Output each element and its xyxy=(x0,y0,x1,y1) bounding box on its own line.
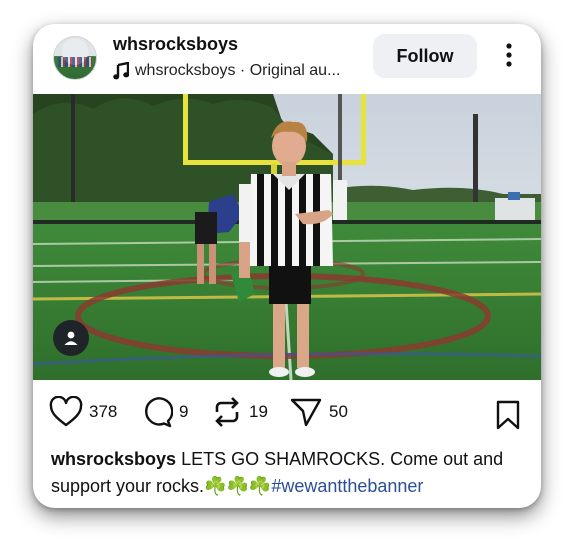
tagged-people-button[interactable] xyxy=(53,320,89,356)
avatar[interactable] xyxy=(53,36,97,80)
caption-username[interactable]: whsrocksboys xyxy=(51,449,176,469)
audio-label: whsrocksboys · Original au... xyxy=(135,62,341,79)
person-icon xyxy=(64,331,78,345)
share-icon xyxy=(290,398,322,427)
repost-icon xyxy=(215,397,239,427)
more-icon[interactable] xyxy=(499,42,519,68)
post-header: whsrocksboys whsrocksboys · Original au.… xyxy=(33,24,541,94)
share-button[interactable]: 50 xyxy=(289,394,348,430)
like-button[interactable]: 378 xyxy=(49,394,117,430)
bookmark-icon xyxy=(496,400,520,430)
audio-link[interactable]: whsrocksboys · Original au... xyxy=(113,62,340,80)
post-card: whsrocksboys whsrocksboys · Original au.… xyxy=(33,24,541,508)
comment-icon xyxy=(145,397,173,428)
follow-button[interactable]: Follow xyxy=(373,34,477,78)
repost-count: 19 xyxy=(249,402,268,421)
action-bar: 378 9 19 50 xyxy=(33,394,541,434)
music-icon xyxy=(113,62,129,80)
comment-count: 9 xyxy=(179,402,189,421)
field-scene xyxy=(33,94,541,380)
save-button[interactable] xyxy=(495,400,521,435)
post-username[interactable]: whsrocksboys xyxy=(113,34,238,55)
caption-hashtag[interactable]: #wewantthebanner xyxy=(271,476,423,496)
share-count: 50 xyxy=(329,402,348,421)
repost-button[interactable]: 19 xyxy=(211,394,268,430)
heart-icon xyxy=(49,396,83,427)
post-image[interactable] xyxy=(33,94,541,380)
like-count: 378 xyxy=(89,402,118,421)
post-caption: whsrocksboys LETS GO SHAMROCKS. Come out… xyxy=(51,446,531,500)
comment-button[interactable]: 9 xyxy=(141,394,188,430)
